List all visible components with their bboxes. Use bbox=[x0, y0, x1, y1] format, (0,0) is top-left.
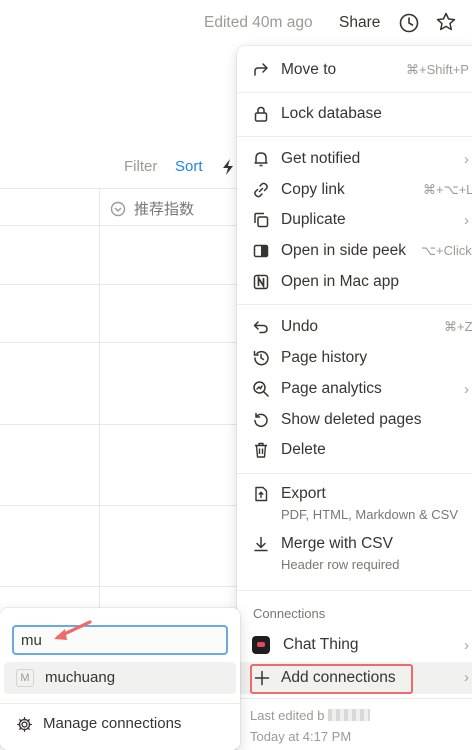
merge-icon bbox=[252, 535, 270, 553]
clock-icon[interactable] bbox=[398, 12, 420, 34]
select-property-icon bbox=[110, 201, 126, 216]
menu-item-label: Show deleted pages bbox=[281, 411, 422, 428]
manage-connections-button[interactable]: Manage connections bbox=[0, 710, 240, 740]
menu-item-label: Chat Thing bbox=[283, 636, 359, 653]
last-edited-by: Last edited b bbox=[250, 708, 371, 723]
menu-item-label: Open in side peek bbox=[281, 242, 406, 259]
page-options-menu: Move to ⌘+Shift+P Lock database Get noti… bbox=[237, 46, 472, 750]
menu-item-get-notified[interactable]: Get notified › bbox=[237, 144, 472, 174]
manage-connections-label: Manage connections bbox=[43, 715, 182, 732]
menu-item-page-history[interactable]: Page history bbox=[237, 343, 472, 373]
chevron-right-icon: › bbox=[464, 380, 469, 398]
menu-item-label: Page analytics bbox=[281, 380, 382, 397]
connection-result-label: muchuang bbox=[45, 669, 116, 686]
menu-item-shortcut: ⌘+⌥+L bbox=[423, 182, 472, 197]
column-header[interactable]: 推荐指数 bbox=[110, 198, 194, 219]
menu-item-duplicate[interactable]: Duplicate › bbox=[237, 205, 472, 235]
share-button[interactable]: Share bbox=[339, 14, 380, 32]
link-icon bbox=[252, 181, 270, 199]
menu-item-shortcut: ⌘+Shift+P bbox=[406, 62, 469, 77]
menu-item-label: Merge with CSV bbox=[281, 535, 393, 552]
menu-item-label: Lock database bbox=[281, 105, 382, 122]
last-edited-label: Last edited b bbox=[250, 708, 325, 723]
history-icon bbox=[252, 349, 270, 367]
connection-result-item[interactable]: M muchuang bbox=[4, 662, 236, 694]
menu-item-shortcut: ⌘+Z bbox=[444, 319, 472, 334]
connection-search-input[interactable] bbox=[12, 625, 228, 655]
redacted-name bbox=[328, 709, 371, 721]
star-icon[interactable] bbox=[435, 11, 457, 33]
menu-item-label: Delete bbox=[281, 441, 326, 458]
integration-icon: M bbox=[16, 669, 34, 687]
connection-search-popover: M muchuang Manage connections bbox=[0, 608, 240, 750]
menu-item-label: Get notified bbox=[281, 150, 361, 167]
menu-item-export[interactable]: Export bbox=[237, 479, 472, 509]
restore-icon bbox=[252, 411, 270, 429]
top-bar: Edited 40m ago Share bbox=[0, 0, 472, 46]
menu-item-label: Move to bbox=[281, 61, 337, 78]
automation-icon[interactable] bbox=[221, 158, 235, 176]
menu-item-label: Duplicate bbox=[281, 211, 346, 228]
menu-item-label: Copy link bbox=[281, 181, 345, 198]
edited-timestamp: Edited 40m ago bbox=[204, 14, 313, 31]
database-table: 推荐指数 bbox=[0, 188, 240, 628]
menu-item-lock-database[interactable]: Lock database bbox=[237, 99, 472, 129]
menu-item-label: Open in Mac app bbox=[281, 273, 400, 290]
chevron-right-icon: › bbox=[464, 211, 469, 229]
menu-item-sublabel: Header row required bbox=[281, 557, 400, 572]
export-icon bbox=[252, 485, 270, 503]
menu-item-show-deleted-pages[interactable]: Show deleted pages bbox=[237, 405, 472, 435]
annotation-arrow-icon bbox=[54, 620, 92, 640]
sort-button[interactable]: Sort bbox=[175, 158, 203, 175]
highlight-annotation-box bbox=[250, 664, 413, 694]
arrow-turn-icon bbox=[252, 61, 270, 79]
column-header-label: 推荐指数 bbox=[134, 201, 195, 218]
connections-section-title: Connections bbox=[253, 606, 326, 621]
bell-icon bbox=[252, 150, 270, 168]
undo-icon bbox=[252, 318, 270, 336]
chevron-right-icon: › bbox=[464, 150, 469, 168]
menu-item-merge-csv[interactable]: Merge with CSV bbox=[237, 529, 472, 559]
menu-item-label: Export bbox=[281, 485, 326, 502]
menu-item-label: Page history bbox=[281, 349, 368, 366]
menu-item-open-side-peek[interactable]: Open in side peek ⌥+Click bbox=[237, 236, 472, 266]
lock-icon bbox=[252, 105, 270, 123]
menu-item-move-to[interactable]: Move to ⌘+Shift+P bbox=[237, 55, 472, 85]
menu-item-open-mac-app[interactable]: Open in Mac app bbox=[237, 267, 472, 297]
menu-item-shortcut: ⌥+Click bbox=[421, 243, 472, 258]
duplicate-icon bbox=[252, 211, 270, 229]
filter-button[interactable]: Filter bbox=[124, 158, 157, 175]
menu-item-sublabel: PDF, HTML, Markdown & CSV bbox=[281, 507, 458, 522]
menu-item-delete[interactable]: Delete bbox=[237, 435, 472, 465]
chevron-right-icon: › bbox=[464, 636, 469, 654]
gear-icon bbox=[17, 717, 32, 732]
trash-icon bbox=[252, 441, 270, 459]
notion-app-icon bbox=[252, 273, 270, 291]
last-edited-time: Today at 4:17 PM bbox=[250, 729, 352, 744]
menu-item-chat-thing[interactable]: Chat Thing › bbox=[237, 630, 472, 660]
analytics-icon bbox=[252, 380, 270, 398]
menu-item-page-analytics[interactable]: Page analytics › bbox=[237, 374, 472, 404]
menu-item-copy-link[interactable]: Copy link ⌘+⌥+L bbox=[237, 175, 472, 205]
menu-item-label: Undo bbox=[281, 318, 319, 335]
chevron-right-icon: › bbox=[464, 669, 469, 686]
side-peek-icon bbox=[252, 242, 270, 260]
chat-thing-icon bbox=[252, 636, 270, 654]
menu-item-undo[interactable]: Undo ⌘+Z bbox=[237, 312, 472, 342]
